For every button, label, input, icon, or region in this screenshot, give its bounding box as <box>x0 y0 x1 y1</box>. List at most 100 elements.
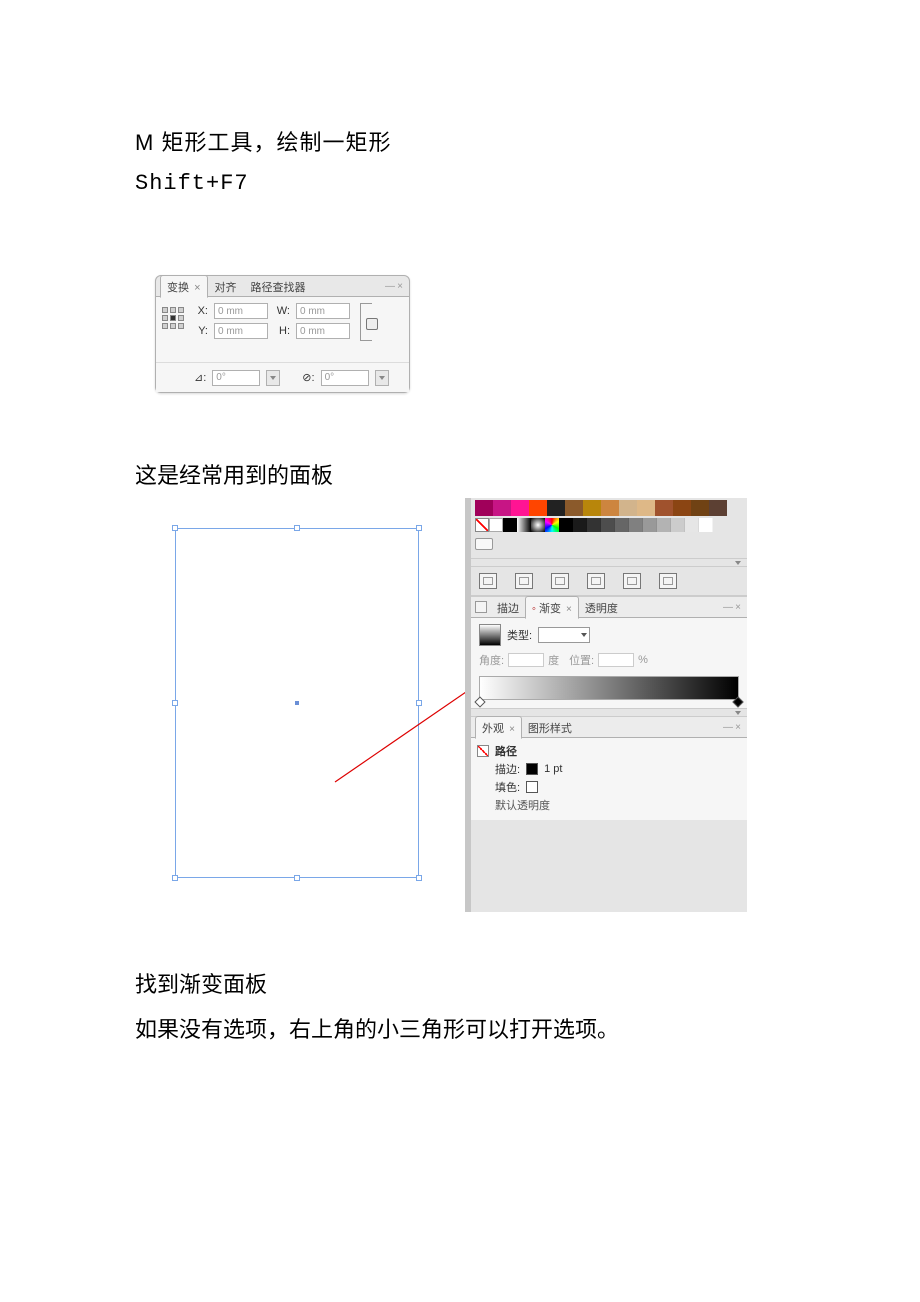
x-label: X: <box>192 305 208 317</box>
tab-gradient[interactable]: ◦ 渐变 × <box>525 596 579 619</box>
panel-options-icon[interactable] <box>471 558 747 566</box>
doc-line-find-gradient: 找到渐变面板 <box>135 962 619 1007</box>
swatch[interactable] <box>673 500 691 516</box>
tab-graphic-styles[interactable]: 图形样式 <box>522 717 578 738</box>
swatch[interactable] <box>637 500 655 516</box>
rotate-dropdown-icon[interactable] <box>266 370 280 386</box>
folder-icon[interactable] <box>475 538 493 550</box>
tab-pathfinder[interactable]: 路径查找器 <box>244 275 313 298</box>
stroke-swatch-icon[interactable] <box>526 763 538 775</box>
fill-swatch-icon[interactable] <box>526 781 538 793</box>
y-input[interactable]: 0 mm <box>214 323 268 339</box>
swatch[interactable] <box>493 500 511 516</box>
swatch-gradient-radial-icon[interactable] <box>531 518 545 532</box>
swatch[interactable] <box>685 518 699 532</box>
new-doc-panel-icon[interactable] <box>587 573 605 589</box>
gradient-thumbnail[interactable] <box>479 624 501 646</box>
tab-transform[interactable]: 变换 × <box>160 275 208 298</box>
swatch[interactable] <box>511 500 529 516</box>
gradient-slider[interactable] <box>479 676 739 700</box>
swatch[interactable] <box>709 500 727 516</box>
tab-transform-label: 变换 <box>167 282 189 294</box>
swatch-none-icon[interactable] <box>475 518 489 532</box>
shear-input[interactable]: 0° <box>321 370 369 386</box>
tab-close-icon[interactable]: × <box>566 604 572 615</box>
rotate-label: ⊿: <box>194 371 206 384</box>
gradient-type-select[interactable] <box>538 627 590 643</box>
panel-minimize-icon[interactable]: — <box>723 722 733 733</box>
panel-close-icon[interactable]: × <box>733 602 743 613</box>
swatch-gradient-linear-icon[interactable] <box>517 518 531 532</box>
panel-minimize-icon[interactable]: — <box>385 281 395 292</box>
stroke-value: 1 pt <box>544 763 562 775</box>
selection-handle[interactable] <box>172 525 178 531</box>
swatch[interactable] <box>583 500 601 516</box>
swatch[interactable] <box>615 518 629 532</box>
tab-align[interactable]: 对齐 <box>208 275 244 298</box>
tab-close-icon[interactable]: × <box>194 282 200 294</box>
swatch[interactable] <box>629 518 643 532</box>
right-panel-column: 描边 ◦ 渐变 × 透明度 — × 类型: <box>465 498 747 912</box>
selection-handle[interactable] <box>294 525 300 531</box>
swatch[interactable] <box>601 500 619 516</box>
reference-point-widget[interactable] <box>162 307 186 331</box>
swatch[interactable] <box>503 518 517 532</box>
swatch[interactable] <box>547 500 565 516</box>
gradient-deg-label: 度 <box>548 652 559 668</box>
h-input[interactable]: 0 mm <box>296 323 350 339</box>
gradient-angle-input[interactable] <box>508 653 544 667</box>
doc-line-2: Shift+F7 <box>135 171 795 196</box>
tab-gradient-label: 渐变 <box>539 603 561 615</box>
brushes-panel-icon[interactable] <box>479 573 497 589</box>
swatch[interactable] <box>475 500 493 516</box>
doc-line-1: M 矩形工具，绘制一矩形 <box>135 125 795 157</box>
swatch[interactable] <box>587 518 601 532</box>
selection-handle[interactable] <box>172 875 178 881</box>
tab-stroke[interactable]: 描边 <box>491 597 525 618</box>
trash-panel-icon[interactable] <box>659 573 677 589</box>
swatch[interactable] <box>699 518 713 532</box>
layers-panel-icon[interactable] <box>623 573 641 589</box>
constrain-proportions-icon[interactable] <box>360 303 372 341</box>
swatch[interactable] <box>643 518 657 532</box>
tab-appearance-label: 外观 <box>482 723 504 735</box>
doc-line-triangle-hint: 如果没有选项，右上角的小三角形可以打开选项。 <box>135 1007 619 1052</box>
gradient-stop[interactable] <box>732 696 743 707</box>
selection-handle[interactable] <box>416 525 422 531</box>
annotation-arrow <box>297 622 298 623</box>
tab-close-icon[interactable]: × <box>509 724 515 735</box>
panel-grip-icon[interactable] <box>475 601 487 613</box>
selection-handle[interactable] <box>172 700 178 706</box>
x-input[interactable]: 0 mm <box>214 303 268 319</box>
swatch[interactable] <box>691 500 709 516</box>
swatch[interactable] <box>655 500 673 516</box>
swatch[interactable] <box>529 500 547 516</box>
swatch-spectrum-icon[interactable] <box>545 518 559 532</box>
panel-close-icon[interactable]: × <box>733 722 743 733</box>
rotate-input[interactable]: 0° <box>212 370 260 386</box>
swatch[interactable] <box>573 518 587 532</box>
selection-handle[interactable] <box>416 875 422 881</box>
gradient-location-input[interactable] <box>598 653 634 667</box>
selection-handle[interactable] <box>294 875 300 881</box>
swatch[interactable] <box>619 500 637 516</box>
swatch[interactable] <box>489 518 503 532</box>
tab-appearance[interactable]: 外观 × <box>475 716 522 739</box>
panel-options-icon[interactable] <box>471 708 747 716</box>
swatches-panel-icon[interactable] <box>551 573 569 589</box>
tab-transparency[interactable]: 透明度 <box>579 597 624 618</box>
panel-dock <box>471 566 747 596</box>
swatch[interactable] <box>565 500 583 516</box>
symbols-panel-icon[interactable] <box>515 573 533 589</box>
swatch[interactable] <box>559 518 573 532</box>
gradient-stop[interactable] <box>474 696 485 707</box>
gradient-pct-label: % <box>638 654 648 666</box>
swatch[interactable] <box>601 518 615 532</box>
appearance-path-label: 路径 <box>495 743 517 759</box>
panel-close-icon[interactable]: × <box>395 281 405 292</box>
w-input[interactable]: 0 mm <box>296 303 350 319</box>
swatch[interactable] <box>657 518 671 532</box>
swatch[interactable] <box>671 518 685 532</box>
panel-minimize-icon[interactable]: — <box>723 602 733 613</box>
shear-dropdown-icon[interactable] <box>375 370 389 386</box>
